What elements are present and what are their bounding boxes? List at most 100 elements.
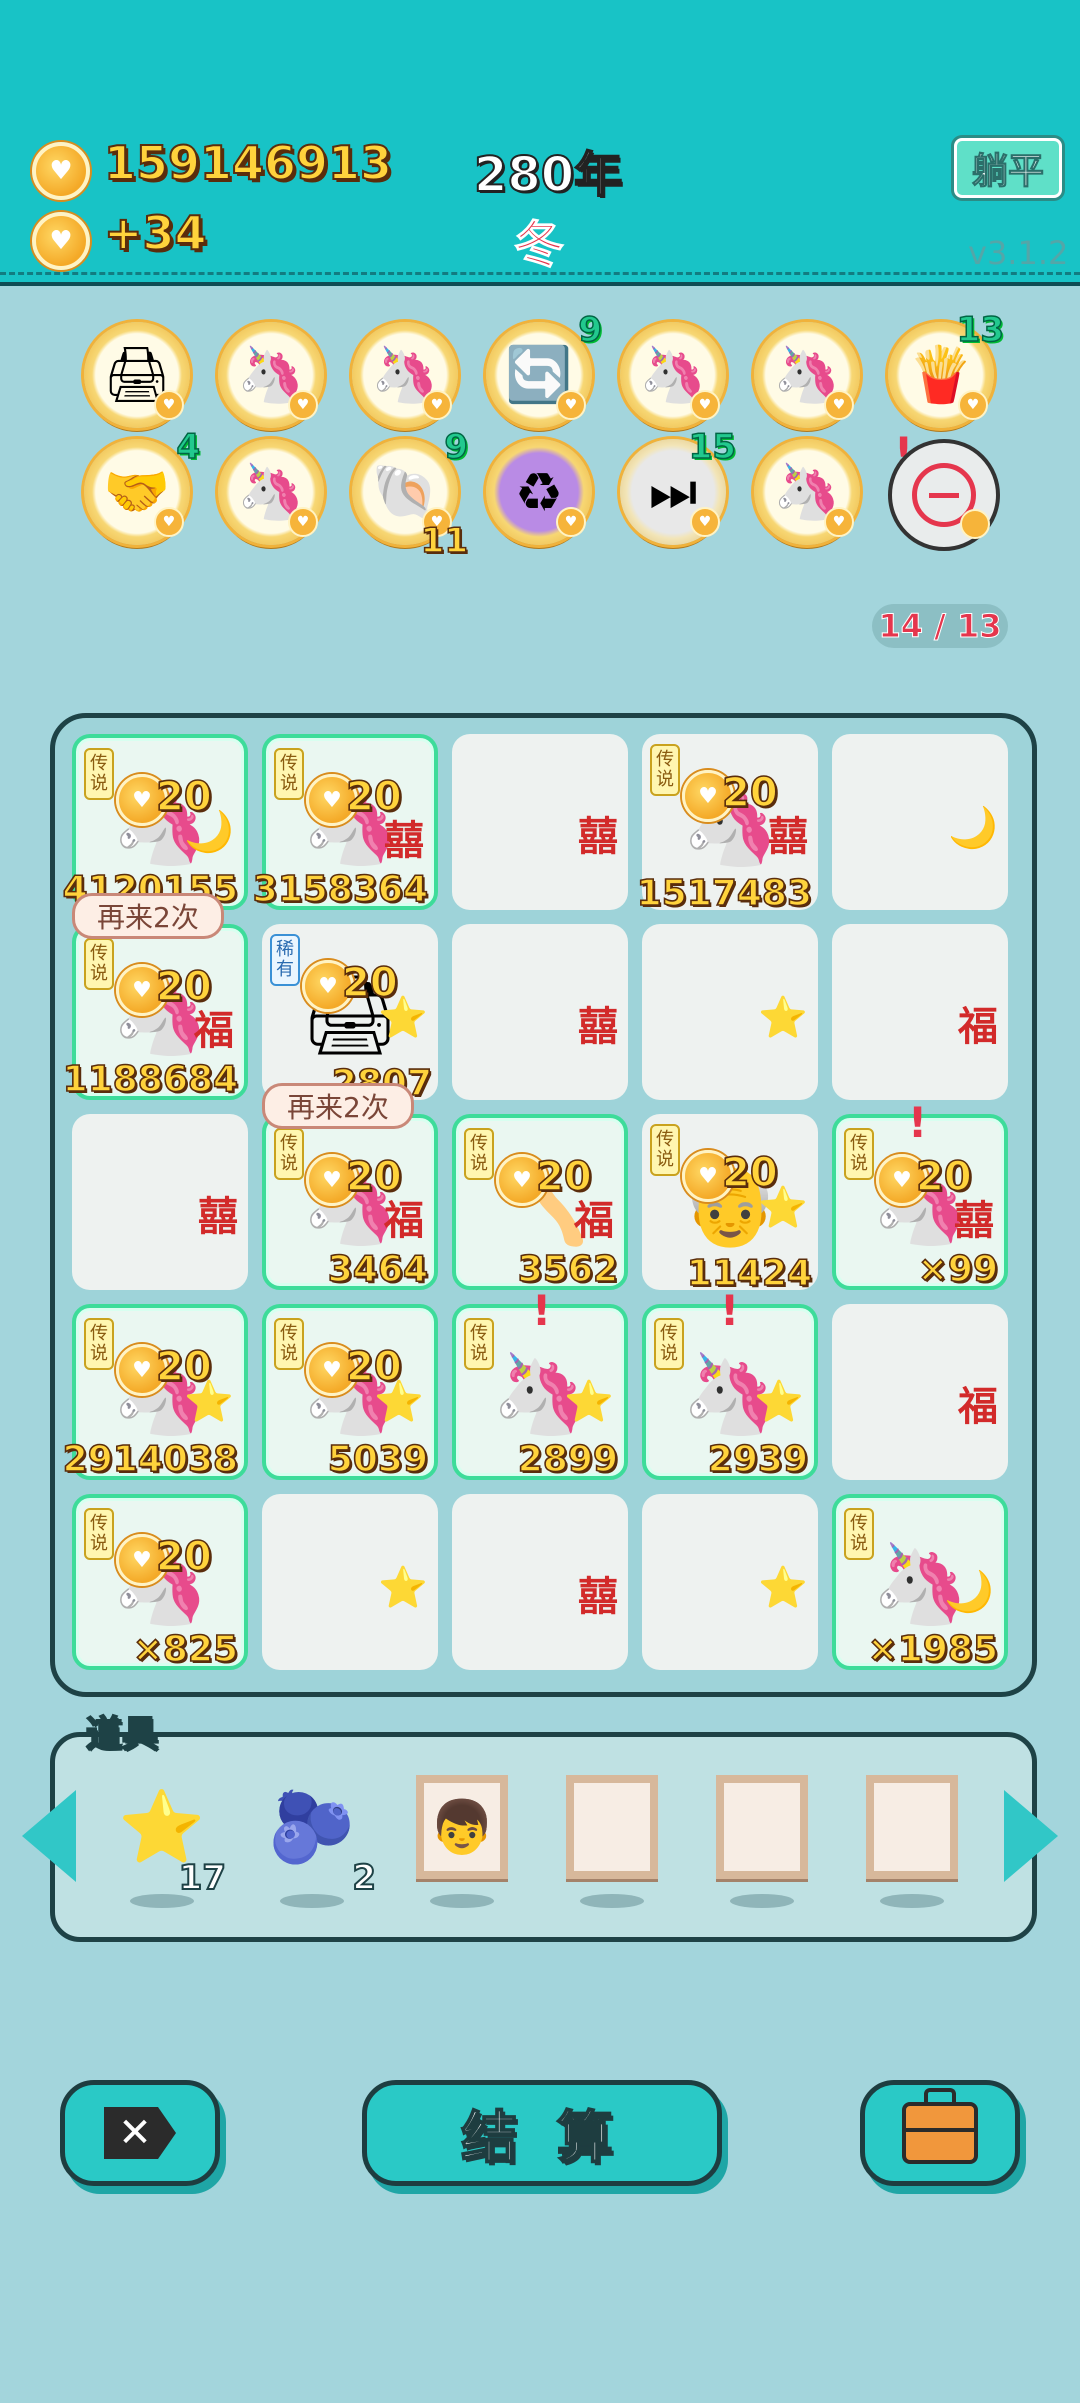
empty-frame-icon bbox=[716, 1775, 808, 1879]
board-cell[interactable]: 传说 🪓 福 ♥ 20 3562 bbox=[452, 1114, 628, 1291]
cell-decoration: ⭐ bbox=[378, 1565, 428, 1611]
cell-decoration: 囍 bbox=[578, 1004, 618, 1050]
board-cell[interactable]: 传说 🦄 🌙 ♥ 20 4120155 bbox=[62, 734, 248, 911]
relic-shell-icon[interactable]: 🐚 ♥ 9 11 bbox=[352, 426, 469, 562]
cell-decoration: 囍 bbox=[578, 814, 618, 860]
cell-decoration: ⭐ bbox=[758, 1565, 808, 1611]
season-label: 冬 bbox=[514, 216, 565, 275]
coin-gain: 20 bbox=[155, 1533, 212, 1581]
cell-value: ×99 bbox=[917, 1248, 999, 1291]
item-slot[interactable] bbox=[862, 1772, 962, 1908]
spin-counter: 14 / 13 bbox=[872, 604, 1008, 648]
rarity-tag: 传说 bbox=[274, 1318, 304, 1370]
relic-recycle-icon[interactable]: ♻ ♥ bbox=[486, 439, 592, 545]
rarity-tag: 传说 bbox=[844, 1128, 874, 1180]
coin-icon: ♥ bbox=[690, 507, 720, 537]
coin-gain: 20 bbox=[155, 1343, 212, 1391]
items-prev-arrow[interactable] bbox=[22, 1790, 76, 1882]
relic-count-secondary: 11 bbox=[420, 520, 469, 562]
relic-unicorn-icon[interactable]: 🦄 ♥ bbox=[218, 322, 324, 428]
board-cell[interactable]: 福 bbox=[832, 1304, 1008, 1480]
cell-value: 3464 bbox=[327, 1248, 429, 1291]
lie-flat-button[interactable]: 躺平 bbox=[954, 138, 1062, 198]
relic-fries-icon[interactable]: 🍟 ♥ 13 bbox=[888, 309, 1005, 428]
item-shadow bbox=[880, 1894, 944, 1908]
items-next-arrow[interactable] bbox=[1004, 1790, 1058, 1882]
coin-icon: ♥ bbox=[288, 507, 318, 537]
item-shadow bbox=[430, 1894, 494, 1908]
rarity-tag: 传说 bbox=[650, 1124, 680, 1176]
board-cell[interactable]: 传说 🦄 ⭐ ♥ 20 2914038 bbox=[62, 1304, 248, 1481]
coin-icon: ♥ bbox=[154, 507, 184, 537]
coin-gain: 20 bbox=[721, 769, 778, 817]
briefcase-icon bbox=[902, 2088, 978, 2164]
cell-decoration: 福 bbox=[958, 1384, 998, 1430]
relic-unicorn-icon[interactable]: 🦄 ♥ bbox=[352, 322, 458, 428]
cell-value: 1188684 bbox=[62, 1058, 239, 1101]
board-cell[interactable]: 传说 🦄 囍 ♥ 20 1517483 bbox=[636, 734, 818, 915]
star-icon: ⭐ bbox=[118, 1785, 206, 1868]
item-slot[interactable]: ⭐ 17 bbox=[112, 1772, 227, 1908]
item-shadow bbox=[730, 1894, 794, 1908]
item-slot[interactable]: 👦 bbox=[412, 1772, 512, 1908]
board-cell[interactable]: 福 bbox=[832, 924, 1008, 1100]
coin-icon: ♥ bbox=[690, 390, 720, 420]
cell-value: 2939 bbox=[707, 1438, 809, 1481]
board-cell[interactable]: ⭐ bbox=[642, 1494, 818, 1670]
board-cell[interactable]: 传说 🦄 囍 ♥ 20 3158364 bbox=[252, 734, 438, 911]
coin-icon: ♥ bbox=[556, 390, 586, 420]
rarity-tag: 传说 bbox=[654, 1318, 684, 1370]
board-cell[interactable]: ⭐ bbox=[642, 924, 818, 1100]
coin-icon: ♥ bbox=[824, 507, 854, 537]
cell-value: 3562 bbox=[517, 1248, 619, 1291]
cell-decoration: 🌙 bbox=[948, 805, 998, 851]
cell-value: 5039 bbox=[327, 1438, 429, 1481]
relic-count: 9 bbox=[444, 426, 469, 468]
relic-skip-icon[interactable]: ⏭ ♥ 15 bbox=[620, 426, 737, 545]
cell-value: 11424 bbox=[686, 1252, 813, 1295]
board-cell[interactable]: 稀有🖨⭐♥202807 bbox=[262, 924, 438, 1105]
coin-gain: 20 bbox=[155, 773, 212, 821]
blueberry-icon: 🫐 bbox=[268, 1785, 356, 1868]
board-cell[interactable]: 🌙 bbox=[832, 734, 1008, 910]
cell-decoration: 🌙 bbox=[944, 1569, 994, 1615]
coin-icon: ♥ bbox=[422, 390, 452, 420]
remove-symbol-button[interactable] bbox=[888, 439, 1000, 551]
relic-unicorn-icon[interactable]: 🦄 ♥ bbox=[218, 439, 324, 545]
board-cell[interactable]: 传说 🦄 ⭐ ♥ 20 5039 bbox=[262, 1304, 438, 1481]
relic-unicorn-icon[interactable]: 🦄 ♥ bbox=[754, 439, 860, 545]
board-cell[interactable]: 囍 bbox=[452, 734, 628, 910]
item-slot[interactable]: 🫐 2 bbox=[262, 1772, 377, 1908]
cell-value: 3158364 bbox=[252, 868, 429, 911]
cell-value: ×825 bbox=[132, 1628, 239, 1671]
settle-label: 结 算 bbox=[460, 2105, 623, 2172]
relic-handshake-icon[interactable]: 🤝 ♥ 4 bbox=[84, 426, 201, 545]
coin-gain: 20 bbox=[345, 773, 402, 821]
relic-unicorn-icon[interactable]: 🦄 ♥ bbox=[620, 322, 726, 428]
board-cell[interactable]: ⭐ bbox=[262, 1494, 438, 1670]
relic-recycle-arrows-icon[interactable]: 🔄 ♥ 9 bbox=[486, 309, 603, 428]
rarity-tag: 传说 bbox=[84, 1508, 114, 1560]
delete-button[interactable]: ✕ bbox=[60, 2080, 220, 2186]
item-slot[interactable] bbox=[562, 1772, 662, 1908]
board-cell[interactable]: 囍 bbox=[452, 1494, 628, 1670]
coin-icon: ♥ bbox=[824, 390, 854, 420]
board-cell[interactable]: 传说 👴 ⭐ ♥ 20 11424 bbox=[642, 1114, 818, 1295]
board-cell[interactable]: 传说 🦄 福 ♥ 20 1188684 bbox=[62, 924, 248, 1101]
rarity-tag: 传说 bbox=[274, 1128, 304, 1180]
board-cell[interactable]: 传说 🦄 ♥ 20 ×825 bbox=[72, 1494, 248, 1671]
item-shadow bbox=[580, 1894, 644, 1908]
relic-printer-icon[interactable]: 🖨 ♥ bbox=[84, 322, 190, 428]
settle-button[interactable]: 结 算 bbox=[362, 2080, 722, 2186]
coin-gain: 20 bbox=[535, 1153, 592, 1201]
coin-icon: ♥ bbox=[154, 390, 184, 420]
inventory-button[interactable] bbox=[860, 2080, 1020, 2186]
empty-frame-icon bbox=[566, 1775, 658, 1879]
relic-unicorn-icon[interactable]: 🦄 ♥ bbox=[754, 322, 860, 428]
board-cell[interactable]: 囍 bbox=[452, 924, 628, 1100]
board-cell[interactable]: 传说 🦄 🌙 ×1985 bbox=[832, 1494, 1008, 1671]
board-cell[interactable]: 囍 bbox=[72, 1114, 248, 1290]
empty-frame-icon bbox=[866, 1775, 958, 1879]
item-slot[interactable] bbox=[712, 1772, 812, 1908]
board-cell[interactable]: 传说 🦄 福 ♥ 20 3464 bbox=[262, 1114, 438, 1291]
